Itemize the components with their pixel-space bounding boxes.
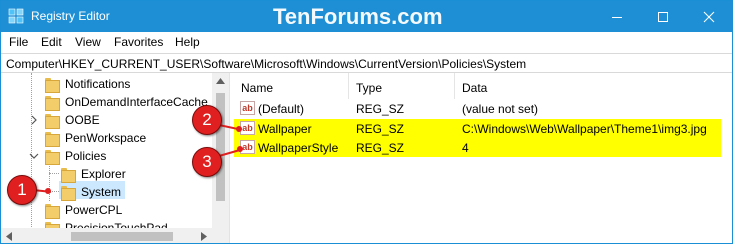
folder-icon [61, 185, 76, 201]
column-header-label: Data [462, 81, 488, 95]
tree-item-label: OnDemandInterfaceCache [65, 95, 208, 109]
tree-item-penworkspace[interactable]: PenWorkspace [45, 129, 215, 147]
window-title: Registry Editor [31, 9, 110, 23]
folder-icon [45, 131, 60, 147]
tree-item-label: PowerCPL [65, 203, 123, 217]
scrollbar-corner [212, 228, 229, 243]
value-row-default[interactable]: ab (Default) REG_SZ (value not set) [234, 99, 721, 118]
column-header-type[interactable]: Type [349, 73, 455, 99]
minimize-icon [612, 16, 622, 18]
value-name: WallpaperStyle [258, 141, 339, 155]
value-name: (Default) [258, 102, 305, 116]
address-path[interactable]: Computer\HKEY_CURRENT_USER\Software\Micr… [6, 57, 526, 71]
value-row-wallpaper[interactable]: ab Wallpaper REG_SZ C:\Windows\Web\Wallp… [234, 119, 721, 138]
values-list-pane[interactable]: Name Type Data ab (Default) REG_SZ (valu… [234, 73, 732, 243]
title-bar[interactable]: Registry Editor TenForums.com [1, 1, 732, 32]
column-header-label: Type [356, 81, 383, 95]
value-data: C:\Windows\Web\Wallpaper\Theme1\img3.jpg [462, 122, 707, 136]
callout-pointer-dot [236, 126, 242, 132]
column-header-label: Name [241, 81, 274, 95]
maximize-icon [658, 11, 668, 22]
tree-item-label: System [81, 185, 122, 199]
value-row-wallpaperstyle[interactable]: ab WallpaperStyle REG_SZ 4 [234, 138, 721, 157]
folder-icon [45, 113, 60, 129]
callout-badge-1: 1 [7, 175, 37, 205]
tree-item-label: OOBE [65, 113, 100, 127]
registry-editor-icon [8, 8, 24, 24]
tree-item-policies[interactable]: Policies [29, 147, 215, 165]
tree-guide-line [49, 173, 59, 174]
registry-editor-window: Registry Editor TenForums.com File Edit … [0, 0, 733, 244]
tree-item-ondemandinterfacecache[interactable]: OnDemandInterfaceCache [45, 93, 215, 111]
column-header-name[interactable]: Name [234, 73, 349, 99]
tree-item-system[interactable]: System [61, 183, 211, 201]
folder-icon [61, 167, 76, 183]
folder-icon [45, 95, 60, 111]
tree-item-label: PenWorkspace [65, 131, 147, 145]
callout-pointer-dot [45, 188, 51, 194]
callout-badge-3: 3 [192, 147, 222, 177]
column-header-data[interactable]: Data [455, 73, 721, 99]
value-name: Wallpaper [258, 122, 312, 136]
chevron-right-icon[interactable] [29, 115, 39, 125]
scroll-left-icon[interactable] [6, 232, 12, 241]
tree-item-label: Explorer [81, 167, 126, 181]
tree-item-oobe[interactable]: OOBE [29, 111, 215, 129]
close-button[interactable] [686, 1, 732, 32]
maximize-button[interactable] [640, 1, 686, 32]
folder-icon [45, 77, 60, 93]
tree-item-notifications[interactable]: Notifications [45, 75, 215, 93]
menu-edit[interactable]: Edit [41, 35, 62, 49]
value-type: REG_SZ [356, 102, 405, 116]
close-icon [703, 11, 715, 22]
value-type: REG_SZ [356, 141, 405, 155]
menu-file[interactable]: File [9, 35, 28, 49]
scroll-right-icon[interactable] [201, 232, 207, 241]
menu-help[interactable]: Help [175, 35, 200, 49]
value-type: REG_SZ [356, 122, 405, 136]
minimize-button[interactable] [594, 1, 640, 32]
tree-horizontal-scrollbar[interactable] [1, 228, 212, 243]
watermark-text: TenForums.com [273, 4, 443, 29]
string-value-icon: ab [240, 121, 255, 135]
value-data: 4 [462, 141, 469, 155]
string-value-icon: ab [240, 101, 255, 115]
tree-item-powercpl[interactable]: PowerCPL [45, 201, 215, 219]
chevron-down-icon[interactable] [29, 151, 39, 161]
callout-badge-2: 2 [192, 105, 222, 135]
menu-bar: File Edit View Favorites Help [1, 32, 732, 53]
menu-favorites[interactable]: Favorites [114, 35, 163, 49]
folder-icon [45, 149, 60, 165]
callout-pointer-dot [237, 146, 243, 152]
scroll-up-icon[interactable] [216, 78, 225, 84]
tree-item-label: Policies [65, 149, 107, 163]
menu-view[interactable]: View [75, 35, 101, 49]
scroll-thumb[interactable] [71, 232, 173, 241]
address-bar[interactable]: Computer\HKEY_CURRENT_USER\Software\Micr… [1, 53, 732, 73]
tree-item-explorer[interactable]: Explorer [61, 165, 211, 183]
tree-item-label: Notifications [65, 77, 131, 91]
tree-guide-line [49, 163, 50, 201]
value-data: (value not set) [462, 102, 539, 116]
folder-icon [45, 203, 60, 219]
